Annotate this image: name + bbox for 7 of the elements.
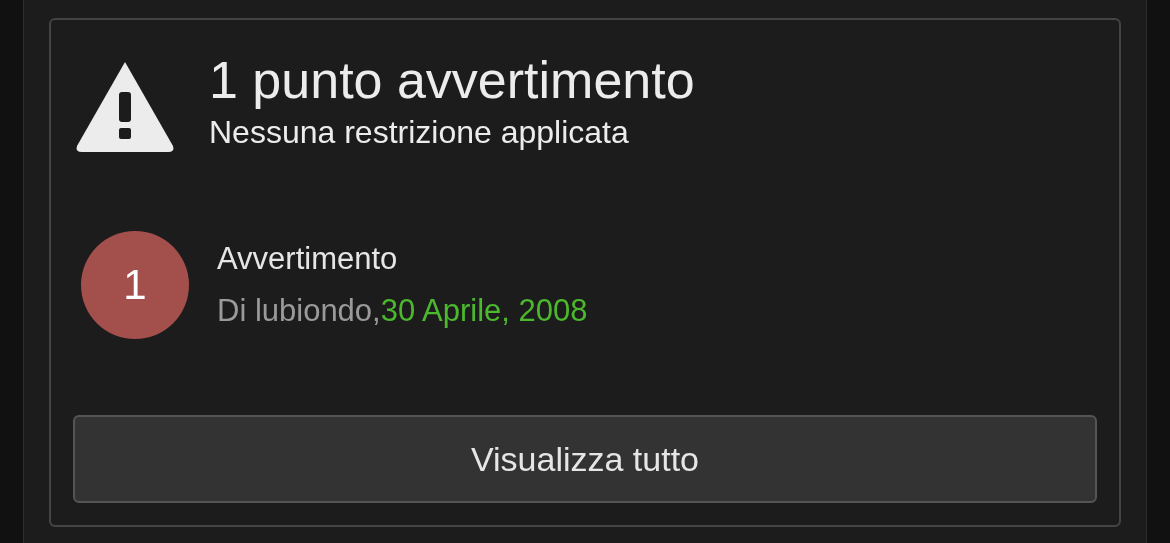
view-all-button[interactable]: Visualizza tutto: [73, 415, 1097, 503]
warning-number-badge: 1: [81, 230, 189, 339]
warning-author: Di lubiondo,: [217, 291, 381, 330]
warning-label: Avvertimento: [217, 239, 399, 278]
warning-count-title: 1 punto avvertimento: [209, 50, 695, 110]
restriction-status: Nessuna restrizione applicata: [209, 113, 630, 152]
warning-date: 30 Aprile, 2008: [380, 291, 588, 330]
